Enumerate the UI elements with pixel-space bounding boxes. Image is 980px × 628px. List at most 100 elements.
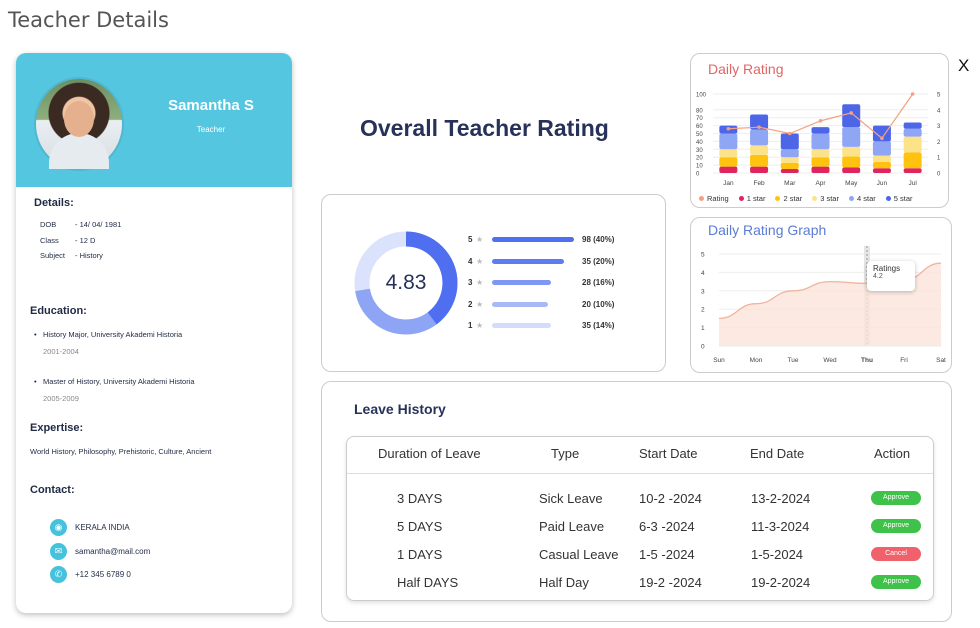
x-tick-label: Wed (823, 357, 837, 364)
star-icon: ★ (476, 256, 484, 266)
x-tick-label: Jul (908, 180, 917, 187)
x-tick-label: Sat (936, 357, 946, 364)
profile-card: Samantha S Teacher Details: DOB - 14/ 04… (16, 53, 292, 613)
bar-stars: 5 (468, 235, 473, 244)
education-bullet: • (34, 377, 37, 386)
contact-location: ◉ KERALA INDIA (50, 519, 130, 536)
cell-start: 10-2 -2024 (639, 491, 702, 506)
x-tick-label: Fri (900, 357, 908, 364)
page-title: Teacher Details (8, 8, 169, 32)
approve-button[interactable]: Approve (871, 491, 921, 505)
bar-segment (903, 152, 922, 169)
daily-rating-graph-card: Daily Rating Graph 0 1 2 3 4 5 Sun Mon Tue Wed Thu… (690, 217, 952, 373)
rating-point (880, 136, 884, 141)
bar-segment (842, 167, 861, 173)
class-value: - 12 D (75, 236, 96, 245)
education-bullet: • (34, 330, 37, 339)
bar-count: 20 (10%) (582, 299, 615, 309)
bar-segment (780, 133, 799, 150)
rating-tooltip: Ratings 4.2 (867, 261, 915, 291)
bar-segment (719, 166, 738, 173)
location-icon: ◉ (50, 519, 67, 536)
y2-tick-label: 5 (937, 93, 941, 99)
col-header-duration: Duration of Leave (378, 446, 481, 461)
rating-bar-row: 2 ★ 20 (10%) (468, 300, 614, 309)
cell-end: 1-5-2024 (751, 547, 804, 562)
cell-end: 19-2-2024 (751, 575, 811, 590)
cell-end: 13-2-2024 (751, 491, 811, 506)
y-tick-label: 5 (701, 252, 705, 259)
rating-point (849, 111, 854, 115)
rating-bar-row: 4 ★ 35 (20%) (468, 257, 614, 266)
cell-type: Paid Leave (539, 519, 605, 534)
legend-3-star: 3 star (812, 194, 839, 203)
approve-button[interactable]: Approve (871, 519, 921, 533)
bar-stars: 4 (468, 256, 473, 266)
cell-duration: Half DAYS (397, 575, 459, 590)
bar-segment (842, 104, 861, 128)
x-tick-label: Mar (784, 180, 796, 187)
close-button[interactable]: X (958, 56, 969, 76)
rating-point (757, 125, 761, 129)
bar-count: 35 (14%) (582, 321, 615, 330)
bar-segment (811, 166, 830, 173)
tooltip-value: 4.2 (873, 273, 883, 280)
expertise-text: World History, Philosophy, Prehistoric, … (30, 447, 212, 456)
bar-segment (872, 155, 891, 162)
bar-fill (492, 280, 552, 285)
legend-4-star: 4 star (848, 194, 876, 203)
bar-segment (842, 127, 861, 147)
education-degree: Master of History, University Akademi Hi… (43, 377, 195, 386)
profile-name: Samantha S (168, 97, 254, 114)
x-tick-label: Jun (877, 180, 888, 187)
contact-phone[interactable]: ✆ +12 345 6789 0 (50, 566, 131, 583)
y2-tick-label: 0 (937, 172, 941, 178)
cancel-button[interactable]: Cancel (871, 547, 921, 561)
bar-fill (492, 323, 552, 328)
rating-bar-row: 5 ★ 98 (40%) (468, 235, 614, 244)
bar-fill (492, 258, 565, 264)
cell-end: 11-3-2024 (751, 519, 810, 534)
bar-segment (903, 136, 922, 153)
cell-duration: 1 DAYS (397, 547, 443, 562)
rating-point (818, 119, 823, 123)
leave-history-card: Leave History Duration of Leave Type Sta… (321, 381, 952, 622)
bar-segment (780, 162, 799, 170)
contact-email[interactable]: ✉ samantha@mail.com (50, 543, 150, 560)
leave-table: Duration of Leave Type Start Date End Da… (346, 436, 934, 601)
daily-graph-title: Daily Rating Graph (708, 222, 827, 238)
tooltip-title: Ratings (873, 264, 901, 273)
bar-segment (719, 157, 738, 167)
contact-text: samantha@mail.com (75, 547, 151, 556)
legend-5-star: 5 star (885, 194, 913, 203)
y-tick-label: 0 (701, 344, 705, 351)
cell-start: 6-3 -2024 (639, 519, 695, 534)
overall-rating-title: Overall Teacher Rating (360, 115, 609, 141)
bar-segment (750, 145, 769, 155)
y-tick-label: 60 (696, 124, 703, 130)
bar-segment (811, 133, 830, 150)
y-tick-label: 2 (701, 307, 705, 314)
leave-history-title: Leave History (354, 401, 446, 417)
rating-point (726, 126, 731, 131)
bar-segment (903, 168, 922, 173)
bar-fill (492, 301, 548, 307)
bar-segment (842, 146, 861, 157)
x-tick-label: Mon (750, 357, 763, 364)
subject-label: Subject (40, 251, 66, 260)
bar-count: 35 (20%) (582, 256, 615, 266)
avatar-face (64, 101, 94, 137)
legend-rating: Rating (699, 194, 729, 203)
y2-tick-label: 3 (937, 124, 941, 130)
cell-duration: 3 DAYS (397, 491, 443, 506)
rating-point (787, 131, 792, 136)
approve-button[interactable]: Approve (871, 575, 921, 589)
bar-fill (492, 237, 574, 242)
bar-count: 28 (16%) (582, 278, 615, 287)
bar-segment (811, 149, 830, 158)
x-tick-label: Tue (788, 357, 799, 364)
overall-rating-card: 4.83 5 ★ 98 (40%) 4 ★ 35 (20%) 3 ★ 28 (16%) 2 ★ 20 … (321, 194, 666, 372)
x-tick-label: Feb (753, 180, 765, 187)
y-tick-label: 100 (696, 93, 707, 99)
rating-point (910, 92, 915, 96)
